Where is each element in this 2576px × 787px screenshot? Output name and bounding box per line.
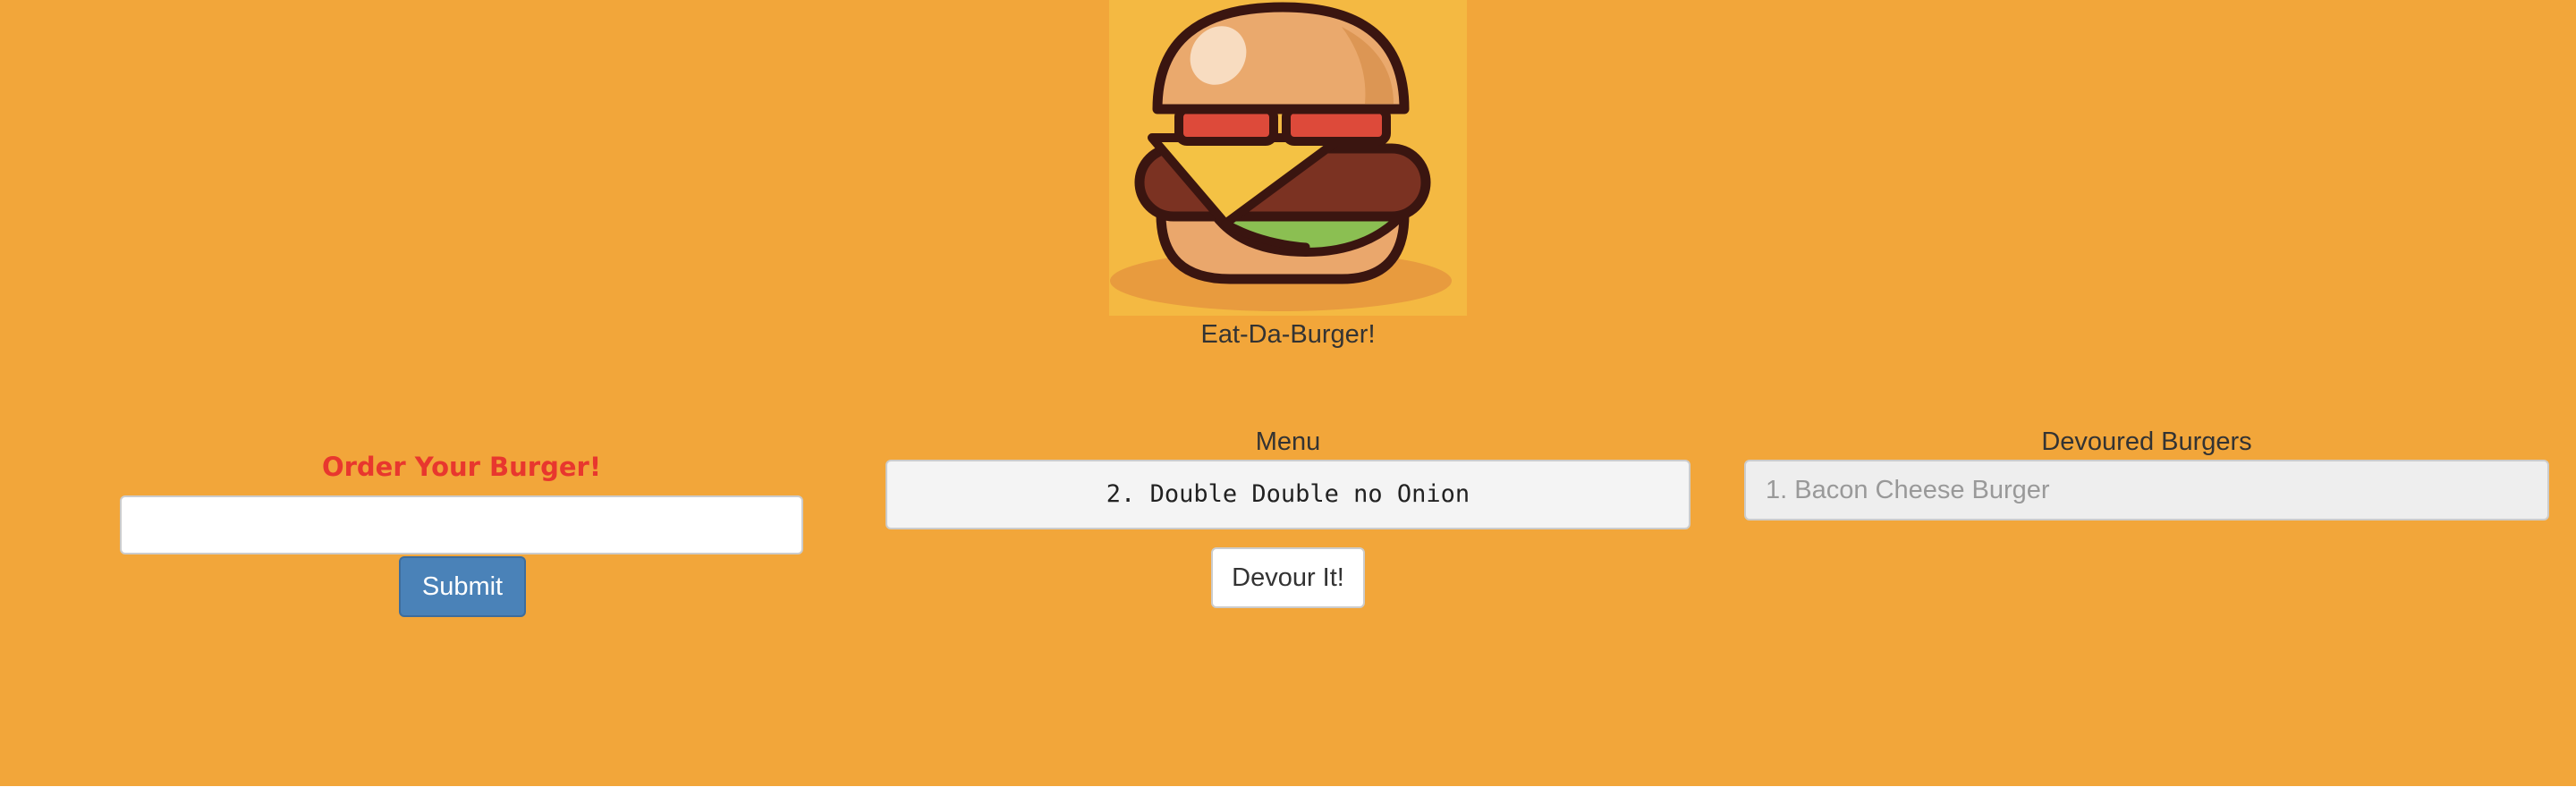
menu-item: 2. Double Double no Onion [886, 460, 1690, 529]
site-title: Eat-Da-Burger! [1200, 320, 1376, 349]
submit-button[interactable]: Submit [399, 556, 526, 617]
burger-logo-icon [1109, 0, 1467, 316]
order-form-title: Order Your Burger! [321, 452, 602, 482]
devour-button[interactable]: Devour It! [1211, 547, 1365, 608]
menu-heading: Menu [1255, 427, 1321, 456]
page: Eat-Da-Burger! Order Your Burger! Submit… [0, 0, 2576, 787]
devoured-heading: Devoured Burgers [2041, 427, 2252, 456]
devoured-item: 1. Bacon Cheese Burger [1744, 460, 2549, 520]
burger-name-input[interactable] [120, 495, 803, 554]
